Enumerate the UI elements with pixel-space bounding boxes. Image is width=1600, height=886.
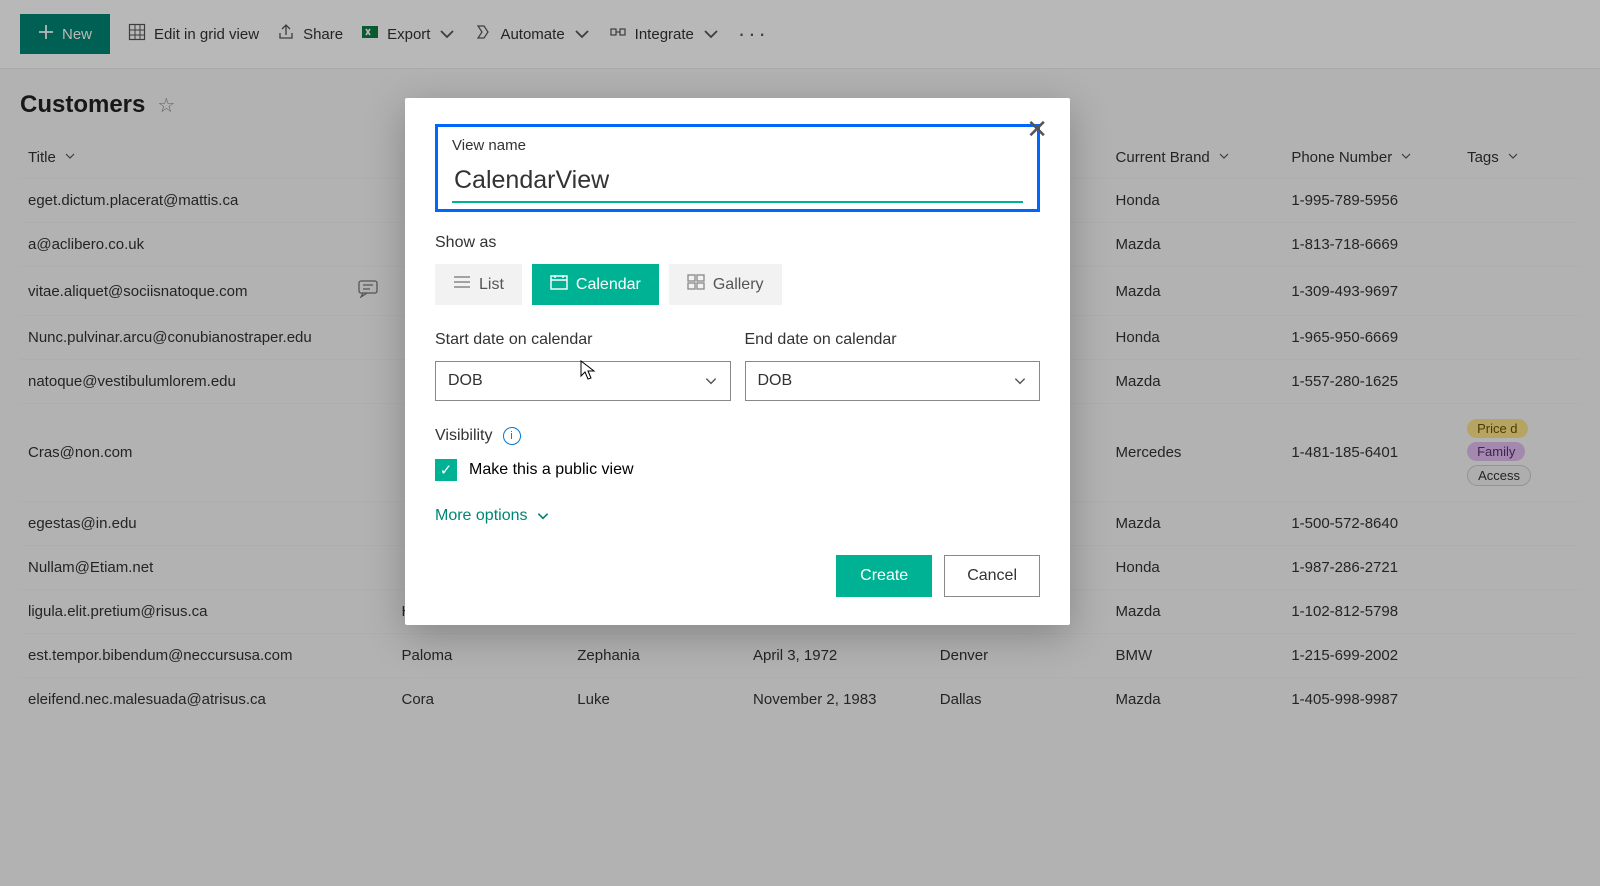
start-date-label: Start date on calendar <box>435 331 731 349</box>
visibility-header: Visibility i <box>435 427 1040 445</box>
show-as-options: List Calendar Gallery <box>435 264 1040 305</box>
chevron-down-icon <box>1013 374 1027 388</box>
check-icon: ✓ <box>440 461 453 479</box>
more-options-label: More options <box>435 507 528 525</box>
dialog-footer: Create Cancel <box>435 555 1040 597</box>
visibility-label: Visibility <box>435 427 493 445</box>
show-as-calendar-label: Calendar <box>576 276 641 294</box>
create-button[interactable]: Create <box>836 555 932 597</box>
start-date-value: DOB <box>448 372 483 390</box>
more-options-toggle[interactable]: More options <box>435 507 1040 525</box>
close-icon: ✕ <box>1026 114 1048 144</box>
chevron-down-icon <box>536 509 550 523</box>
start-date-select[interactable]: DOB <box>435 361 731 401</box>
show-as-list-option[interactable]: List <box>435 264 522 305</box>
view-name-highlight-box: View name <box>435 124 1040 212</box>
public-view-checkbox[interactable]: ✓ <box>435 459 457 481</box>
show-as-calendar-option[interactable]: Calendar <box>532 264 659 305</box>
chevron-down-icon <box>704 374 718 388</box>
view-name-input[interactable] <box>452 160 1023 203</box>
list-icon <box>453 275 471 294</box>
end-date-value: DOB <box>758 372 793 390</box>
info-icon[interactable]: i <box>503 427 521 445</box>
end-date-select[interactable]: DOB <box>745 361 1041 401</box>
cancel-button[interactable]: Cancel <box>944 555 1040 597</box>
show-as-label: Show as <box>435 234 1040 252</box>
public-view-label: Make this a public view <box>469 461 634 479</box>
show-as-gallery-option[interactable]: Gallery <box>669 264 782 305</box>
view-name-label: View name <box>452 137 1023 154</box>
gallery-icon <box>687 274 705 295</box>
date-fields-row: Start date on calendar DOB End date on c… <box>435 331 1040 401</box>
public-view-row: ✓ Make this a public view <box>435 459 1040 481</box>
end-date-label: End date on calendar <box>745 331 1041 349</box>
close-button[interactable]: ✕ <box>1026 114 1048 145</box>
show-as-gallery-label: Gallery <box>713 276 764 294</box>
create-view-dialog: ✕ View name Show as List Calendar Galler… <box>405 98 1070 625</box>
show-as-list-label: List <box>479 276 504 294</box>
calendar-icon <box>550 274 568 295</box>
